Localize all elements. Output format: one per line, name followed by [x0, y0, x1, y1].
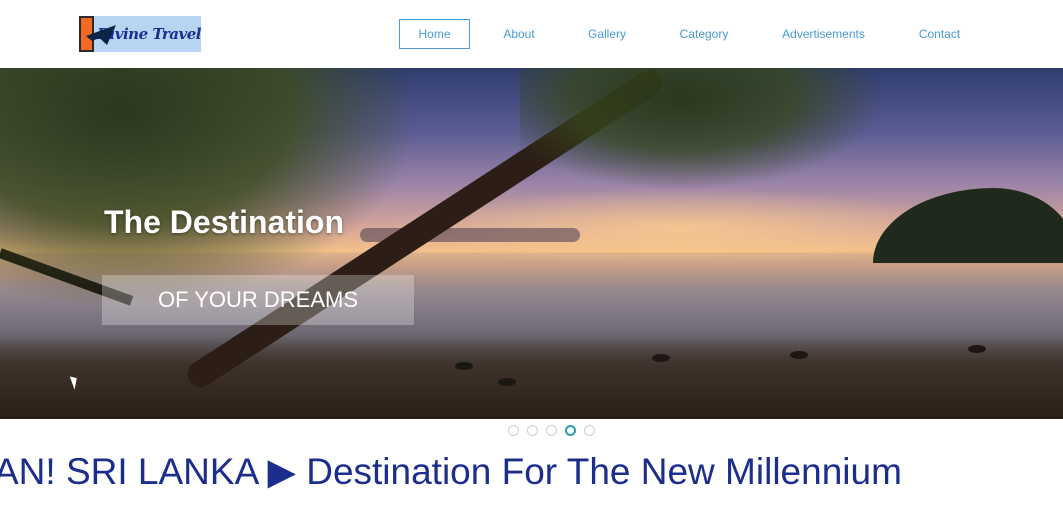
- carousel-dot[interactable]: [546, 425, 557, 436]
- carousel-dot[interactable]: [584, 425, 595, 436]
- nav-gallery[interactable]: Gallery: [582, 19, 632, 49]
- foliage: [0, 68, 420, 308]
- marquee-ticker: AN! SRI LANKA ▶ Destination For The New …: [0, 451, 902, 492]
- carousel-dot-active[interactable]: [565, 425, 576, 436]
- site-header: Divine Travel Home About Gallery Categor…: [0, 0, 1063, 68]
- hero-slide[interactable]: The Destination OF YOUR DREAMS: [0, 68, 1063, 419]
- beach-rock: [498, 378, 516, 386]
- beach-rock: [652, 354, 670, 362]
- nav-home[interactable]: Home: [399, 19, 470, 49]
- beach-shore: [0, 336, 1063, 419]
- nav-contact[interactable]: Contact: [912, 19, 967, 49]
- carousel-dot[interactable]: [508, 425, 519, 436]
- beach-rock: [968, 345, 986, 353]
- beach-rock: [455, 362, 473, 370]
- carousel-indicators: [508, 425, 595, 437]
- hero-title: The Destination: [104, 204, 345, 240]
- beach-rock: [790, 351, 808, 359]
- hero-subtitle-box: OF YOUR DREAMS: [102, 275, 414, 325]
- nav-category[interactable]: Category: [674, 19, 734, 49]
- nav-advertisements[interactable]: Advertisements: [776, 19, 871, 49]
- nav-about[interactable]: About: [496, 19, 542, 49]
- main-nav: Home About Gallery Category Advertisemen…: [0, 19, 1063, 49]
- hero-subtitle: OF YOUR DREAMS: [157, 287, 359, 312]
- palm-fronds: [520, 68, 880, 188]
- carousel-dot[interactable]: [527, 425, 538, 436]
